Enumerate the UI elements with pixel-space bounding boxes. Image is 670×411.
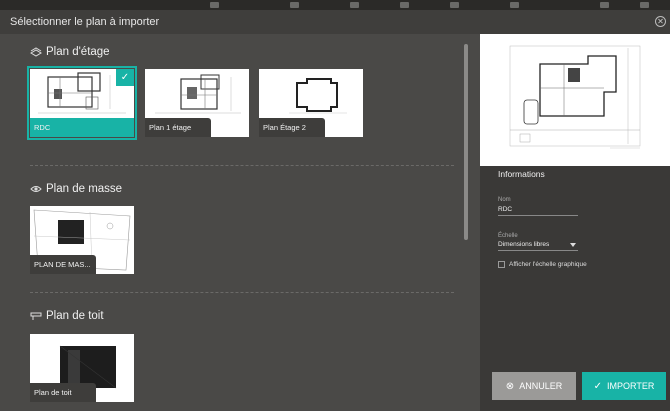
scale-select[interactable]: Dimensions libres bbox=[498, 241, 578, 251]
plan-label: PLAN DE MAS... bbox=[30, 255, 96, 274]
plan-label: RDC bbox=[30, 118, 134, 137]
plan-thumbnail-rdc[interactable]: ✓ RDC bbox=[27, 66, 137, 140]
dialog-title: Sélectionner le plan à importer bbox=[10, 16, 160, 28]
toolbar-icon bbox=[600, 2, 609, 8]
name-label: Nom bbox=[498, 197, 511, 203]
plan-thumbnail-plan-de-masse[interactable]: PLAN DE MAS... bbox=[30, 206, 134, 274]
scrollbar[interactable] bbox=[464, 34, 468, 387]
plan-preview bbox=[480, 34, 670, 166]
eye-icon bbox=[30, 184, 42, 194]
scale-label: Échelle bbox=[498, 233, 518, 239]
scrollbar-thumb[interactable] bbox=[464, 44, 468, 240]
chevron-down-icon bbox=[570, 243, 576, 247]
toolbar-icon bbox=[400, 2, 409, 8]
name-input[interactable]: RDC bbox=[498, 206, 578, 216]
section-title-roof-plan: Plan de toit bbox=[30, 310, 104, 322]
section-title-floor-plan: Plan d'étage bbox=[30, 46, 110, 58]
cancel-button[interactable]: ⊗ ANNULER bbox=[492, 372, 576, 400]
background-toolbar bbox=[0, 0, 670, 10]
plan-thumbnail-plan-de-toit[interactable]: Plan de toit bbox=[30, 334, 134, 402]
section-divider bbox=[30, 165, 454, 166]
import-plan-dialog: Sélectionner le plan à importer ✕ Plan d… bbox=[0, 10, 670, 411]
cancel-icon: ⊗ bbox=[505, 380, 515, 392]
toolbar-icon bbox=[510, 2, 519, 8]
toolbar-icon bbox=[450, 2, 459, 8]
close-icon[interactable]: ✕ bbox=[655, 16, 666, 27]
toolbar-icon bbox=[640, 2, 649, 8]
roof-icon bbox=[30, 311, 42, 321]
graphic-scale-checkbox[interactable]: Afficher l'échelle graphique bbox=[498, 261, 587, 268]
toolbar-icon bbox=[210, 2, 219, 8]
plan-label: Plan 1 étage bbox=[145, 118, 211, 137]
plan-label: Plan de toit bbox=[30, 383, 96, 402]
toolbar-icon bbox=[350, 2, 359, 8]
plan-list: Plan d'étage ✓ RDC Plan 1 étage Plan Éta… bbox=[0, 34, 479, 411]
dialog-titlebar: Sélectionner le plan à importer ✕ bbox=[0, 10, 670, 34]
plan-thumbnail-etage-1[interactable]: Plan 1 étage bbox=[145, 69, 249, 137]
toolbar-icon bbox=[290, 2, 299, 8]
section-divider bbox=[30, 292, 454, 293]
checkbox-box[interactable] bbox=[498, 261, 505, 268]
plan-thumbnail-etage-2[interactable]: Plan Étage 2 bbox=[259, 69, 363, 137]
selected-check-icon: ✓ bbox=[116, 69, 134, 86]
info-title: Informations bbox=[498, 169, 545, 179]
check-icon: ✓ bbox=[593, 380, 603, 392]
plan-label: Plan Étage 2 bbox=[259, 118, 325, 137]
info-panel: Informations Nom RDC Échelle Dimensions … bbox=[480, 34, 670, 411]
section-title-site-plan: Plan de masse bbox=[30, 183, 122, 195]
import-button[interactable]: ✓ IMPORTER bbox=[582, 372, 666, 400]
floor-plan-icon bbox=[30, 47, 42, 57]
